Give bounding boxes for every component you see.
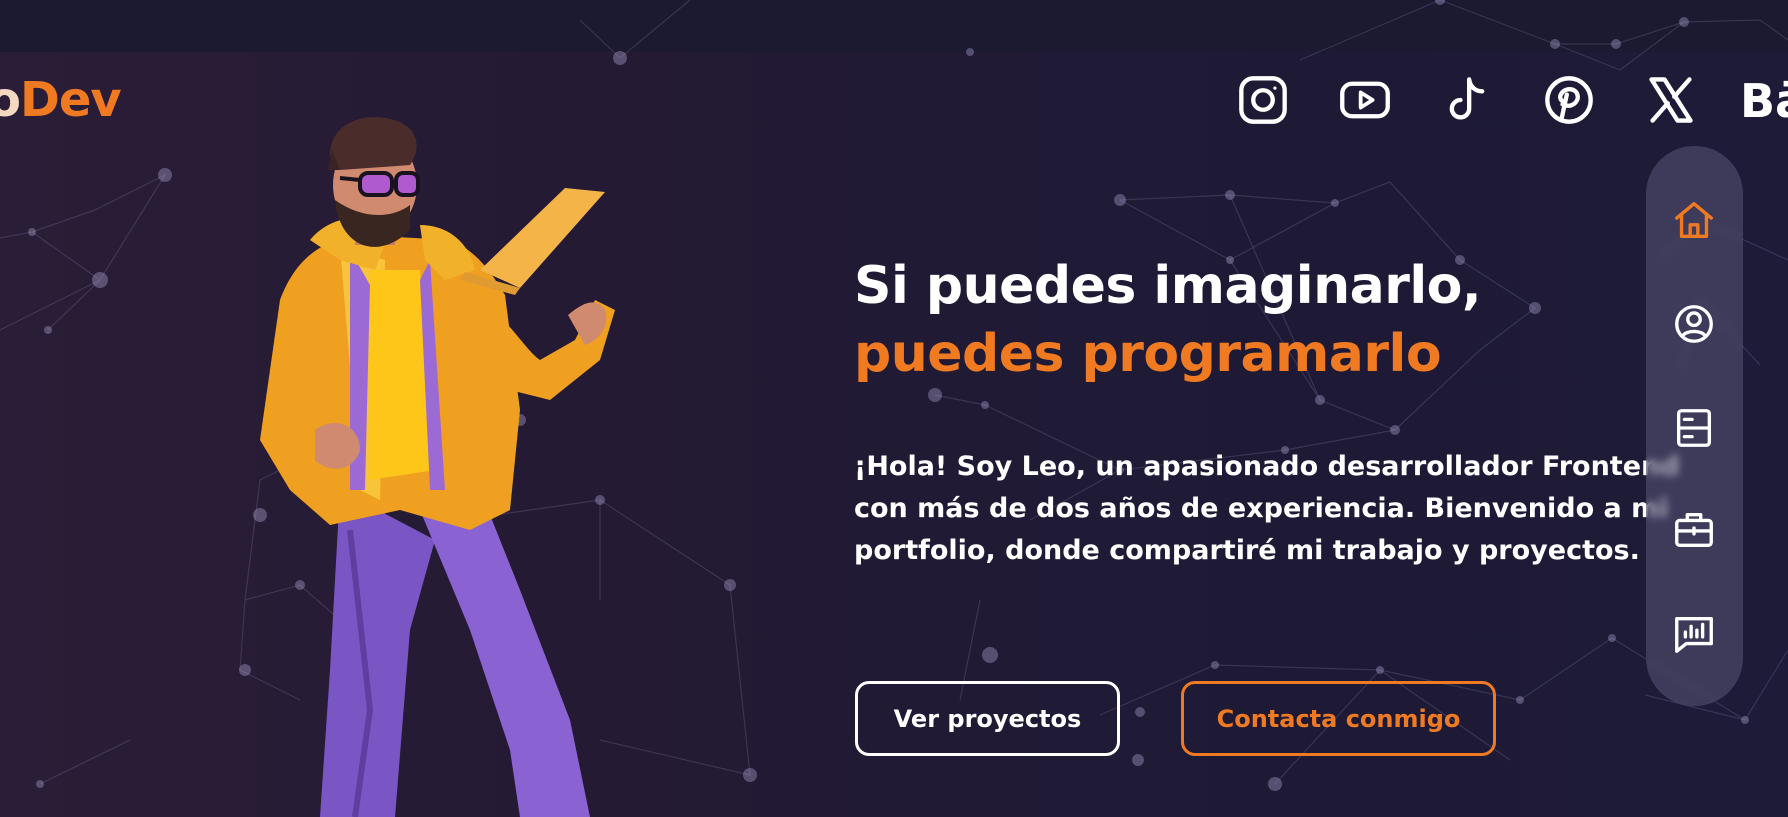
resume-icon[interactable]: [1668, 402, 1720, 454]
x-icon[interactable]: [1642, 72, 1700, 128]
profile-icon[interactable]: [1668, 298, 1720, 350]
social-links: [1234, 72, 1744, 128]
hero-title-line1: Si puedes imaginarlo,: [854, 256, 1482, 316]
hero-title-line2: puedes programarlo: [854, 324, 1442, 384]
pinterest-icon[interactable]: [1540, 72, 1598, 128]
view-projects-button[interactable]: Ver proyectos: [855, 681, 1120, 756]
contact-button[interactable]: Contacta conmigo: [1181, 681, 1496, 756]
intro-line1: ¡Hola! Soy Leo, un apasionado desarrolla…: [854, 451, 1680, 482]
briefcase-icon[interactable]: [1668, 504, 1720, 556]
logo[interactable]: oDev: [0, 72, 122, 128]
stats-icon[interactable]: [1668, 608, 1720, 660]
tiktok-icon[interactable]: [1438, 72, 1496, 128]
hero-title: Si puedes imaginarlo, puedes programarlo: [854, 252, 1482, 388]
intro-line3: portfolio, donde compartiré mi trabajo y…: [854, 535, 1640, 566]
side-navigation: [1646, 146, 1743, 706]
instagram-icon[interactable]: [1234, 72, 1292, 128]
logo-prefix: o: [0, 72, 21, 128]
header-partial-text[interactable]: Bä: [1740, 74, 1788, 128]
youtube-icon[interactable]: [1336, 72, 1394, 128]
logo-accent: Dev: [19, 72, 122, 128]
intro-line2: con más de dos años de experiencia. Bien…: [854, 493, 1669, 524]
developer-character-illustration: [260, 117, 615, 817]
hero-intro: ¡Hola! Soy Leo, un apasionado desarrolla…: [854, 446, 1754, 572]
home-icon[interactable]: [1668, 194, 1720, 246]
